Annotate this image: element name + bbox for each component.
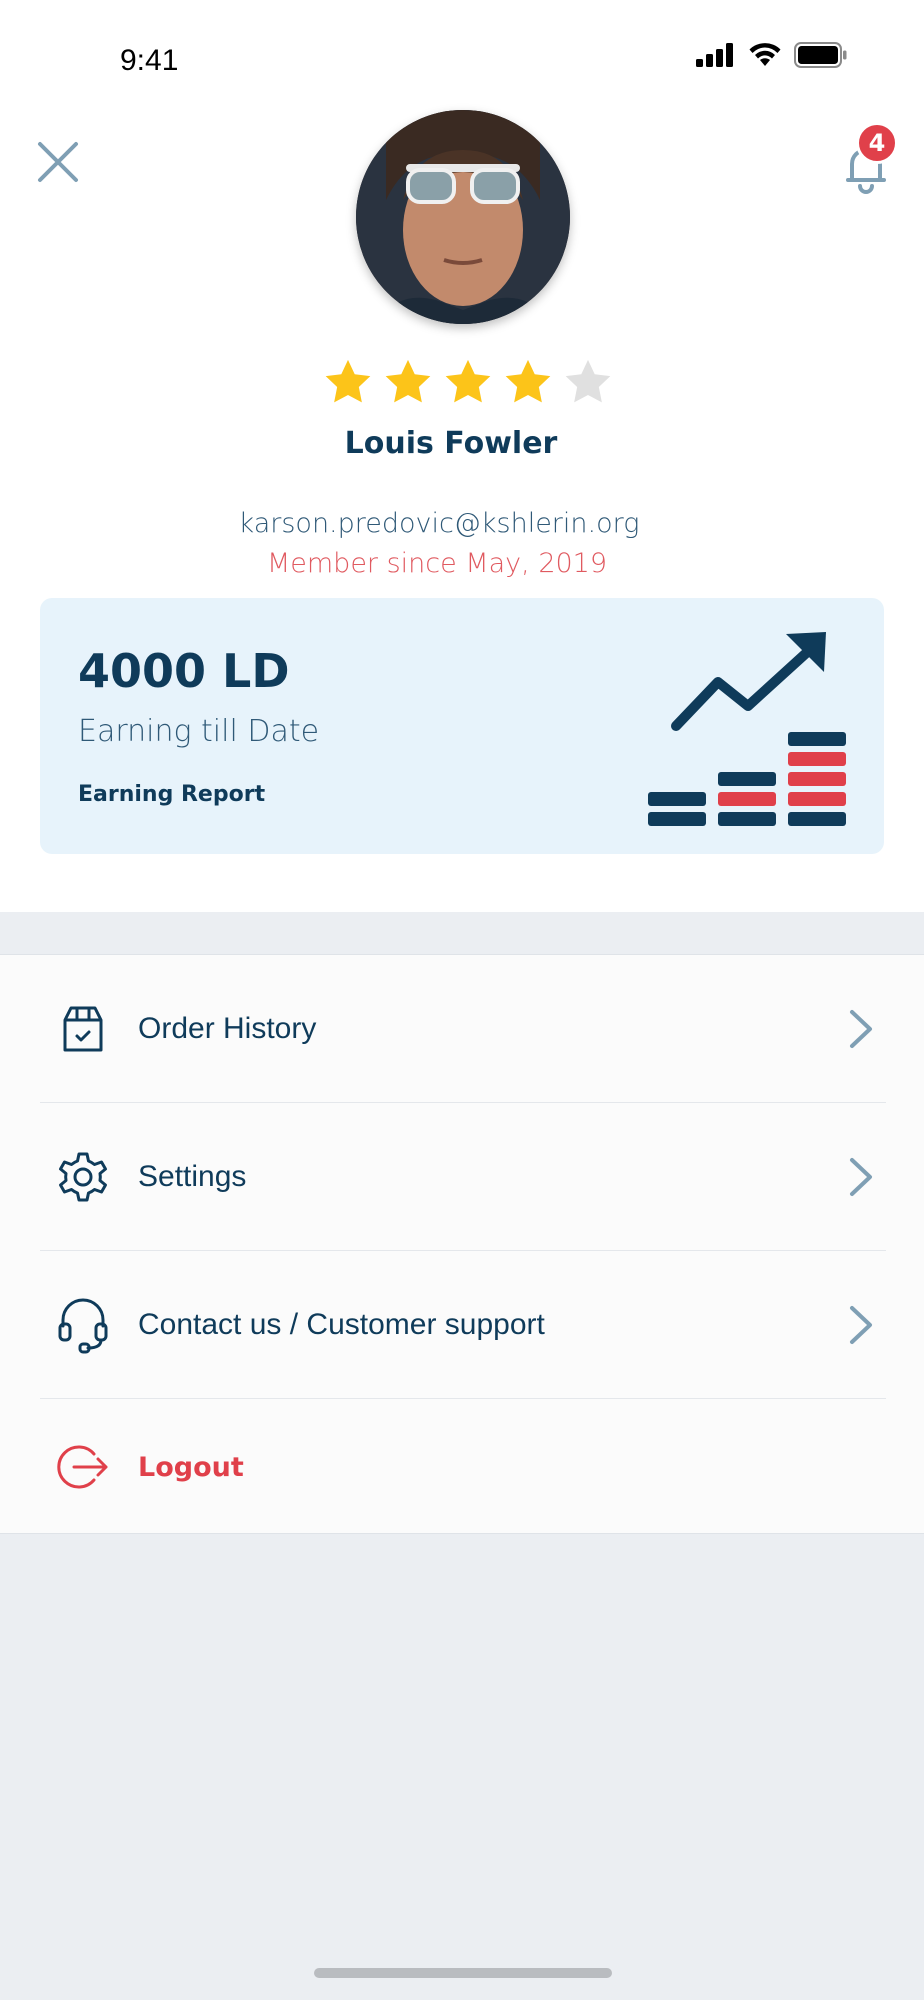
avatar xyxy=(356,110,570,324)
package-icon xyxy=(54,1000,112,1058)
earnings-subtitle: Earning till Date xyxy=(78,714,320,749)
home-indicator[interactable] xyxy=(314,1968,612,1978)
member-since: Member since May, 2019 xyxy=(266,548,608,579)
status-icons xyxy=(696,42,848,68)
gear-icon xyxy=(54,1148,112,1206)
user-email: karson.predovic@kshlerin.org xyxy=(238,508,640,539)
star-filled-icon xyxy=(322,356,374,408)
menu-item-label: Order History xyxy=(138,1011,317,1045)
profile-header-section: 9:41 4 Louis Fowler karson.predovic@kshl… xyxy=(0,0,924,912)
rating-stars xyxy=(322,356,614,408)
earnings-amount: 4000 LD xyxy=(78,644,290,698)
status-time: 9:41 xyxy=(120,44,179,77)
star-empty-icon xyxy=(562,356,614,408)
star-filled-icon xyxy=(442,356,494,408)
notification-badge: 4 xyxy=(856,122,898,164)
logout-label: Logout xyxy=(138,1451,244,1483)
menu-item-contact-support[interactable]: Contact us / Customer support xyxy=(40,1251,886,1399)
status-bar: 9:41 xyxy=(0,0,924,110)
chevron-right-icon xyxy=(850,1157,872,1196)
chevron-right-icon xyxy=(850,1009,872,1048)
headset-icon xyxy=(54,1296,112,1354)
battery-icon xyxy=(794,42,847,68)
menu-item-label: Contact us / Customer support xyxy=(138,1307,545,1341)
star-filled-icon xyxy=(502,356,554,408)
earnings-card[interactable]: 4000 LD Earning till Date Earning Report xyxy=(40,598,884,854)
menu-list: Order History Settings Contact us / Cust… xyxy=(0,954,924,1534)
logout-icon xyxy=(54,1438,112,1496)
user-name: Louis Fowler xyxy=(344,426,558,461)
logout-button[interactable]: Logout xyxy=(40,1399,886,1535)
close-icon xyxy=(38,142,78,182)
avatar-photo xyxy=(356,110,570,324)
growth-chart-icon xyxy=(648,632,846,826)
close-button[interactable] xyxy=(34,138,82,186)
earning-report-link[interactable]: Earning Report xyxy=(78,782,265,807)
chevron-right-icon xyxy=(850,1305,872,1344)
menu-item-label: Settings xyxy=(138,1159,247,1193)
wifi-icon xyxy=(749,43,781,66)
cellular-signal-icon xyxy=(696,43,733,67)
menu-item-settings[interactable]: Settings xyxy=(40,1103,886,1251)
star-filled-icon xyxy=(382,356,434,408)
menu-item-order-history[interactable]: Order History xyxy=(40,955,886,1103)
